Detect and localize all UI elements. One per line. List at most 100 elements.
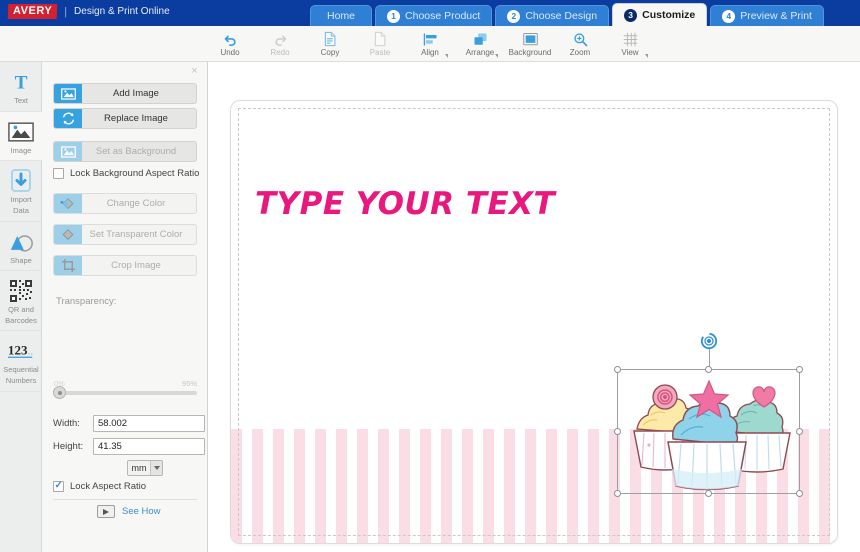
arrange-caret-icon[interactable] [495,53,498,58]
top-bar: AVERY | Design & Print Online Home 1 Cho… [0,0,860,26]
add-image-button[interactable]: Add Image [53,83,197,104]
rail-label-text: Text [14,96,28,105]
width-field-row: Width: [53,415,205,432]
see-how-label: See How [122,506,161,517]
tab-home-label: Home [327,10,356,22]
transparency-slider-track[interactable] [53,391,197,395]
replace-image-icon [54,109,82,128]
set-transparent-color-label: Set Transparent Color [89,229,183,240]
see-how-button[interactable]: See How [97,505,161,518]
undo-button[interactable]: Undo [205,27,255,61]
set-background-icon [54,142,82,161]
change-color-button[interactable]: Change Color [53,193,197,214]
rotate-handle-icon[interactable] [700,332,718,350]
left-tool-rail: T Text Image Import Data Shape QR and Ba… [0,62,42,552]
lock-aspect-ratio-row[interactable]: Lock Aspect Ratio [53,480,146,492]
set-transparent-color-icon [54,225,82,244]
tab-choose-design[interactable]: 2 Choose Design [495,5,610,26]
copy-icon [323,31,338,48]
rail-item-qr-barcodes[interactable]: QR and Barcodes [0,271,42,332]
resize-handle-bottom-center[interactable] [704,490,712,497]
crop-image-button[interactable]: Crop Image [53,255,197,276]
resize-handle-middle-right[interactable] [796,427,803,435]
redo-icon [273,31,288,48]
tab-customize[interactable]: 3 Customize [612,3,708,26]
add-image-icon [54,84,82,103]
replace-image-button[interactable]: Replace Image [53,108,197,129]
svg-text:..: .. [28,347,34,358]
height-label: Height: [53,441,84,452]
app-root: AVERY | Design & Print Online Home 1 Cho… [0,0,860,552]
rail-item-import-data[interactable]: Import Data [0,161,42,222]
tab-customize-label: Customize [642,9,696,21]
view-button[interactable]: View [605,27,655,61]
arrange-button[interactable]: Arrange [455,27,505,61]
tab-choose-product-label: Choose Product [405,10,481,22]
crop-image-label: Crop Image [111,260,161,271]
rail-label-qr-2: Barcodes [5,315,37,325]
transparency-slider-knob[interactable] [53,386,66,399]
wizard-tabs: Home 1 Choose Product 2 Choose Design 3 … [310,3,827,26]
rail-label-seq-2: Numbers [5,376,37,385]
svg-text:T: T [15,72,28,93]
zoom-icon [573,31,588,48]
background-button[interactable]: Background [505,27,555,61]
tab-preview-print-label: Preview & Print [740,10,812,22]
canvas-text-object[interactable]: TYPE YOUR TEXT [255,186,555,222]
tab-badge-1: 1 [387,9,401,23]
svg-text:123: 123 [8,343,28,358]
width-label: Width: [53,418,80,429]
copy-button[interactable]: Copy [305,27,355,61]
add-image-label: Add Image [113,88,159,99]
unit-select[interactable]: mm [127,460,163,476]
align-button[interactable]: Align [405,27,455,61]
rail-label-shape: Shape [10,255,32,265]
change-color-label: Change Color [106,198,166,209]
tab-choose-product[interactable]: 1 Choose Product [375,5,493,26]
shape-icon [8,229,34,255]
import-data-icon [10,168,32,194]
rail-item-sequential-numbers[interactable]: 123.. Sequential Numbers [0,331,42,392]
background-icon [522,31,539,48]
redo-button[interactable]: Redo [255,27,305,61]
resize-handle-bottom-right[interactable] [796,490,803,497]
view-grid-icon [623,31,638,48]
align-icon [422,31,439,48]
view-caret-icon[interactable] [645,53,648,58]
unit-select-chevron-down-icon[interactable] [150,461,162,475]
copy-label: Copy [320,47,340,57]
redo-label: Redo [270,47,290,57]
tab-badge-3: 3 [624,8,638,22]
resize-handle-middle-left[interactable] [614,427,621,435]
tab-preview-print[interactable]: 4 Preview & Print [710,5,824,26]
align-caret-icon[interactable] [445,53,448,58]
resize-handle-top-center[interactable] [704,366,712,373]
lock-aspect-ratio-checkbox[interactable] [53,480,64,492]
align-label: Align [421,47,439,57]
zoom-label: Zoom [569,47,591,57]
set-as-background-button[interactable]: Set as Background [53,141,197,162]
resize-handle-top-left[interactable] [614,366,621,373]
rail-item-shape[interactable]: Shape [0,222,42,272]
resize-handle-bottom-left[interactable] [614,490,621,497]
rail-item-image[interactable]: Image [0,111,42,162]
paste-icon [373,31,388,48]
rail-label-image: Image [10,145,32,155]
zoom-button[interactable]: Zoom [555,27,605,61]
image-icon [8,119,34,145]
height-input[interactable] [93,438,205,455]
lock-background-aspect-checkbox[interactable] [53,168,64,179]
unit-select-value: mm [131,463,147,473]
tab-home[interactable]: Home [310,5,373,26]
close-icon[interactable]: × [189,66,200,77]
selection-box[interactable] [614,332,803,497]
set-transparent-color-button[interactable]: Set Transparent Color [53,224,197,245]
paste-button[interactable]: Paste [355,27,405,61]
lock-background-aspect-ratio-row[interactable]: Lock Background Aspect Ratio [53,168,199,179]
resize-handle-top-right[interactable] [796,366,803,373]
arrange-label: Arrange [465,47,495,57]
canvas-stage[interactable]: TYPE YOUR TEXT [208,62,860,552]
width-input[interactable] [93,415,205,432]
label-card[interactable]: TYPE YOUR TEXT [230,100,838,544]
rail-item-text[interactable]: T Text [0,62,42,112]
